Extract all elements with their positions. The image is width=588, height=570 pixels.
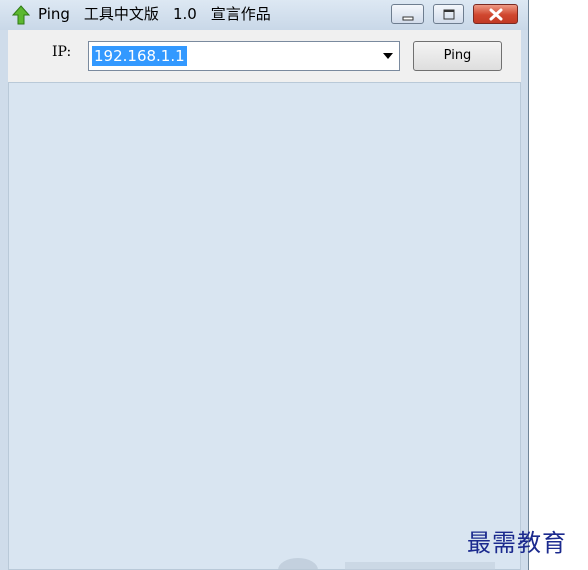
ping-toolbar: IP: 192.168.1.1 Ping xyxy=(8,30,521,82)
green-up-arrow-icon xyxy=(12,5,30,25)
title-subtitle: 工具中文版 xyxy=(83,5,159,23)
close-button[interactable] xyxy=(473,4,518,24)
title-author: 宣言作品 xyxy=(210,5,271,23)
screenshot-page: Ping 工具中文版 1.0 宣言作品 IP: 192.168.1.1 Ping… xyxy=(0,0,588,570)
title-app-name: Ping xyxy=(38,5,70,23)
ping-output-area[interactable] xyxy=(8,82,521,570)
ip-address-value[interactable]: 192.168.1.1 xyxy=(92,46,187,66)
maximize-button[interactable] xyxy=(433,4,464,24)
ping-tool-window: Ping 工具中文版 1.0 宣言作品 IP: 192.168.1.1 Ping xyxy=(0,0,529,570)
minimize-button[interactable] xyxy=(391,4,424,24)
ping-button[interactable]: Ping xyxy=(413,41,502,71)
minimize-icon xyxy=(402,16,414,21)
chevron-down-icon[interactable] xyxy=(383,53,393,59)
maximize-icon xyxy=(443,9,455,20)
title-version: 1.0 xyxy=(172,5,197,23)
ip-address-combobox[interactable]: 192.168.1.1 xyxy=(88,41,400,71)
close-icon xyxy=(489,8,503,21)
watermark-text: 最需教育 xyxy=(467,529,567,557)
faint-text-watermark xyxy=(345,562,495,570)
title-bar[interactable]: Ping 工具中文版 1.0 宣言作品 xyxy=(0,0,528,30)
window-title: Ping 工具中文版 1.0 宣言作品 xyxy=(38,3,285,25)
ip-label: IP: xyxy=(52,44,72,60)
